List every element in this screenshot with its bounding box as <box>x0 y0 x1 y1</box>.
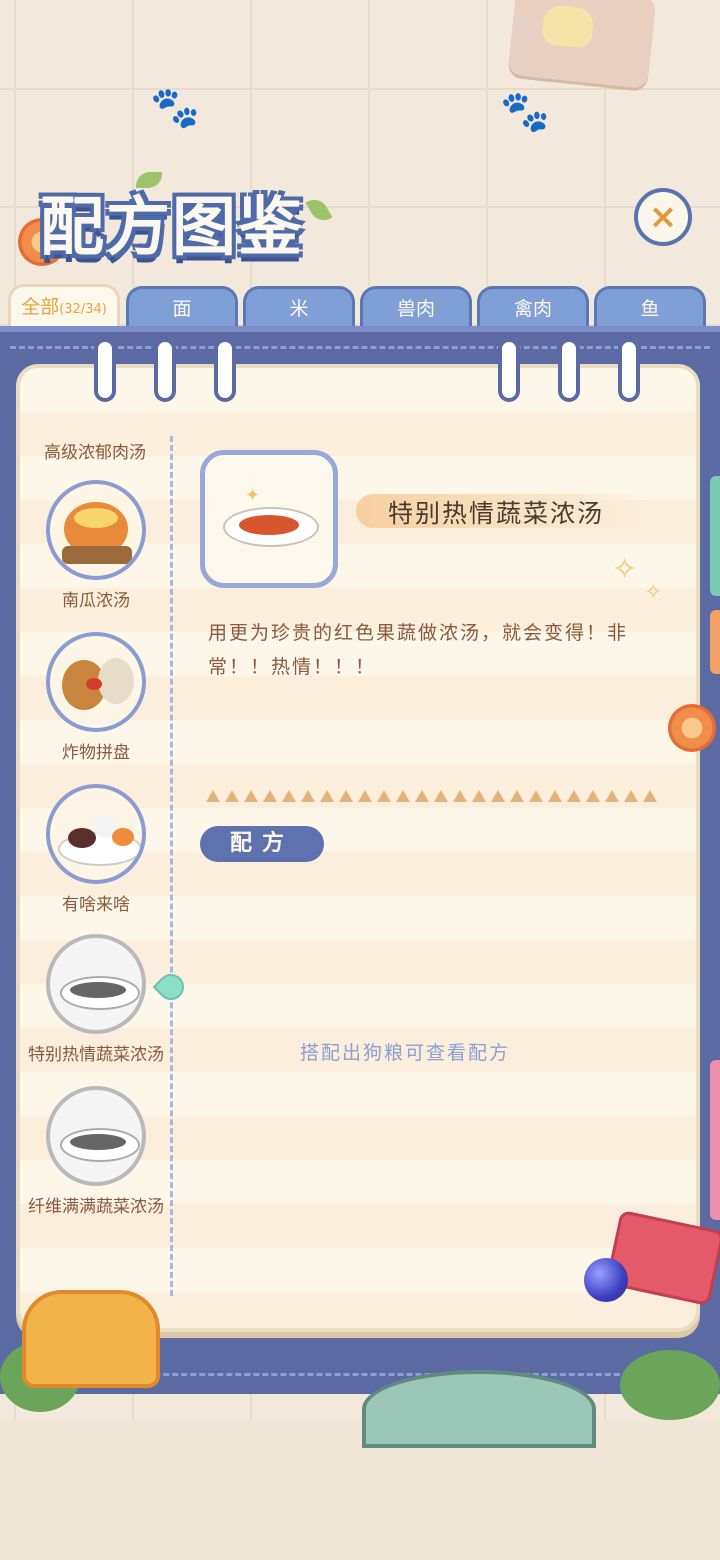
tab-label: 面 <box>172 298 192 320</box>
pudding-icon <box>22 1290 160 1388</box>
detail-dish-image: ✦ <box>200 450 338 588</box>
pumpkin-soup-icon <box>46 480 146 580</box>
recipe-section-tag: 配方 <box>200 826 324 862</box>
sparkle-icon: ✧ <box>644 580 663 605</box>
tab-label: 鱼 <box>640 298 660 320</box>
mixed-plate-icon <box>46 784 146 884</box>
tab-noodles[interactable]: 面 <box>126 286 238 328</box>
tab-label: 禽肉 <box>513 298 552 320</box>
tab-rice[interactable]: 米 <box>243 286 355 328</box>
paw-print-icon: 🐾 <box>500 89 550 135</box>
category-tabs: 全部(32/34) 面 米 兽肉 禽肉 鱼 <box>8 284 720 328</box>
tab-fish[interactable]: 鱼 <box>594 286 706 328</box>
recipe-item-mixed-plate[interactable]: 有啥来啥 <box>14 784 178 915</box>
tab-poultry[interactable]: 禽肉 <box>477 286 589 328</box>
sparkle-icon: ✧ <box>612 552 638 587</box>
bookmark-strip <box>710 1060 720 1220</box>
recipe-label: 南瓜浓汤 <box>62 591 130 611</box>
binder-ring <box>498 338 520 402</box>
fried-platter-icon <box>46 632 146 732</box>
soup-bowl-icon <box>223 507 319 547</box>
recipe-item-pumpkin-soup[interactable]: 南瓜浓汤 <box>14 480 178 611</box>
tab-label: 米 <box>289 298 309 320</box>
bush-icon <box>620 1350 720 1420</box>
tab-label: 全部 <box>21 296 60 318</box>
page-title: 配方图鉴 <box>40 191 304 265</box>
recipe-hint: 搭配出狗粮可查看配方 <box>300 1042 511 1064</box>
bookmark-strip <box>710 610 720 674</box>
floor-area <box>0 1420 720 1560</box>
binder-ring <box>154 338 176 402</box>
close-button[interactable]: × <box>634 188 692 246</box>
close-icon: × <box>648 197 678 237</box>
pet-bowl-icon <box>362 1370 596 1448</box>
recipe-label: 纤维满满蔬菜浓汤 <box>28 1197 164 1217</box>
tab-label: 兽肉 <box>396 298 435 320</box>
recipe-item-fiber-veg-soup[interactable]: 纤维满满蔬菜浓汤 <box>14 1086 178 1217</box>
dish-name: 特别热情蔬菜浓汤 <box>388 499 605 528</box>
section-divider <box>206 790 668 806</box>
cat-card-decoration <box>507 0 657 90</box>
tab-all[interactable]: 全部(32/34) <box>8 284 120 328</box>
tab-count: (32/34) <box>59 302 107 317</box>
recipe-item-fried-platter[interactable]: 炸物拼盘 <box>14 632 178 763</box>
binder-ring <box>618 338 640 402</box>
sidebar-item-label[interactable]: 高级浓郁肉汤 <box>30 438 160 463</box>
tab-meat[interactable]: 兽肉 <box>360 286 472 328</box>
locked-soup-icon <box>46 1086 146 1186</box>
recipe-label: 炸物拼盘 <box>62 743 130 763</box>
bookmark-strip <box>710 476 720 596</box>
binder-ring <box>94 338 116 402</box>
binder-ring <box>558 338 580 402</box>
dish-description: 用更为珍贵的红色果蔬做浓汤，就会变得！非常！！热情！！！ <box>208 622 629 678</box>
binder-ring <box>214 338 236 402</box>
recipe-label: 有啥来啥 <box>62 895 130 915</box>
locked-soup-icon <box>46 934 146 1034</box>
paw-print-icon: 🐾 <box>150 85 200 131</box>
recipe-item-passion-veg-soup[interactable]: 特别热情蔬菜浓汤 <box>14 934 178 1065</box>
recipe-label: 特别热情蔬菜浓汤 <box>28 1045 164 1065</box>
blue-ball-icon <box>584 1258 628 1302</box>
